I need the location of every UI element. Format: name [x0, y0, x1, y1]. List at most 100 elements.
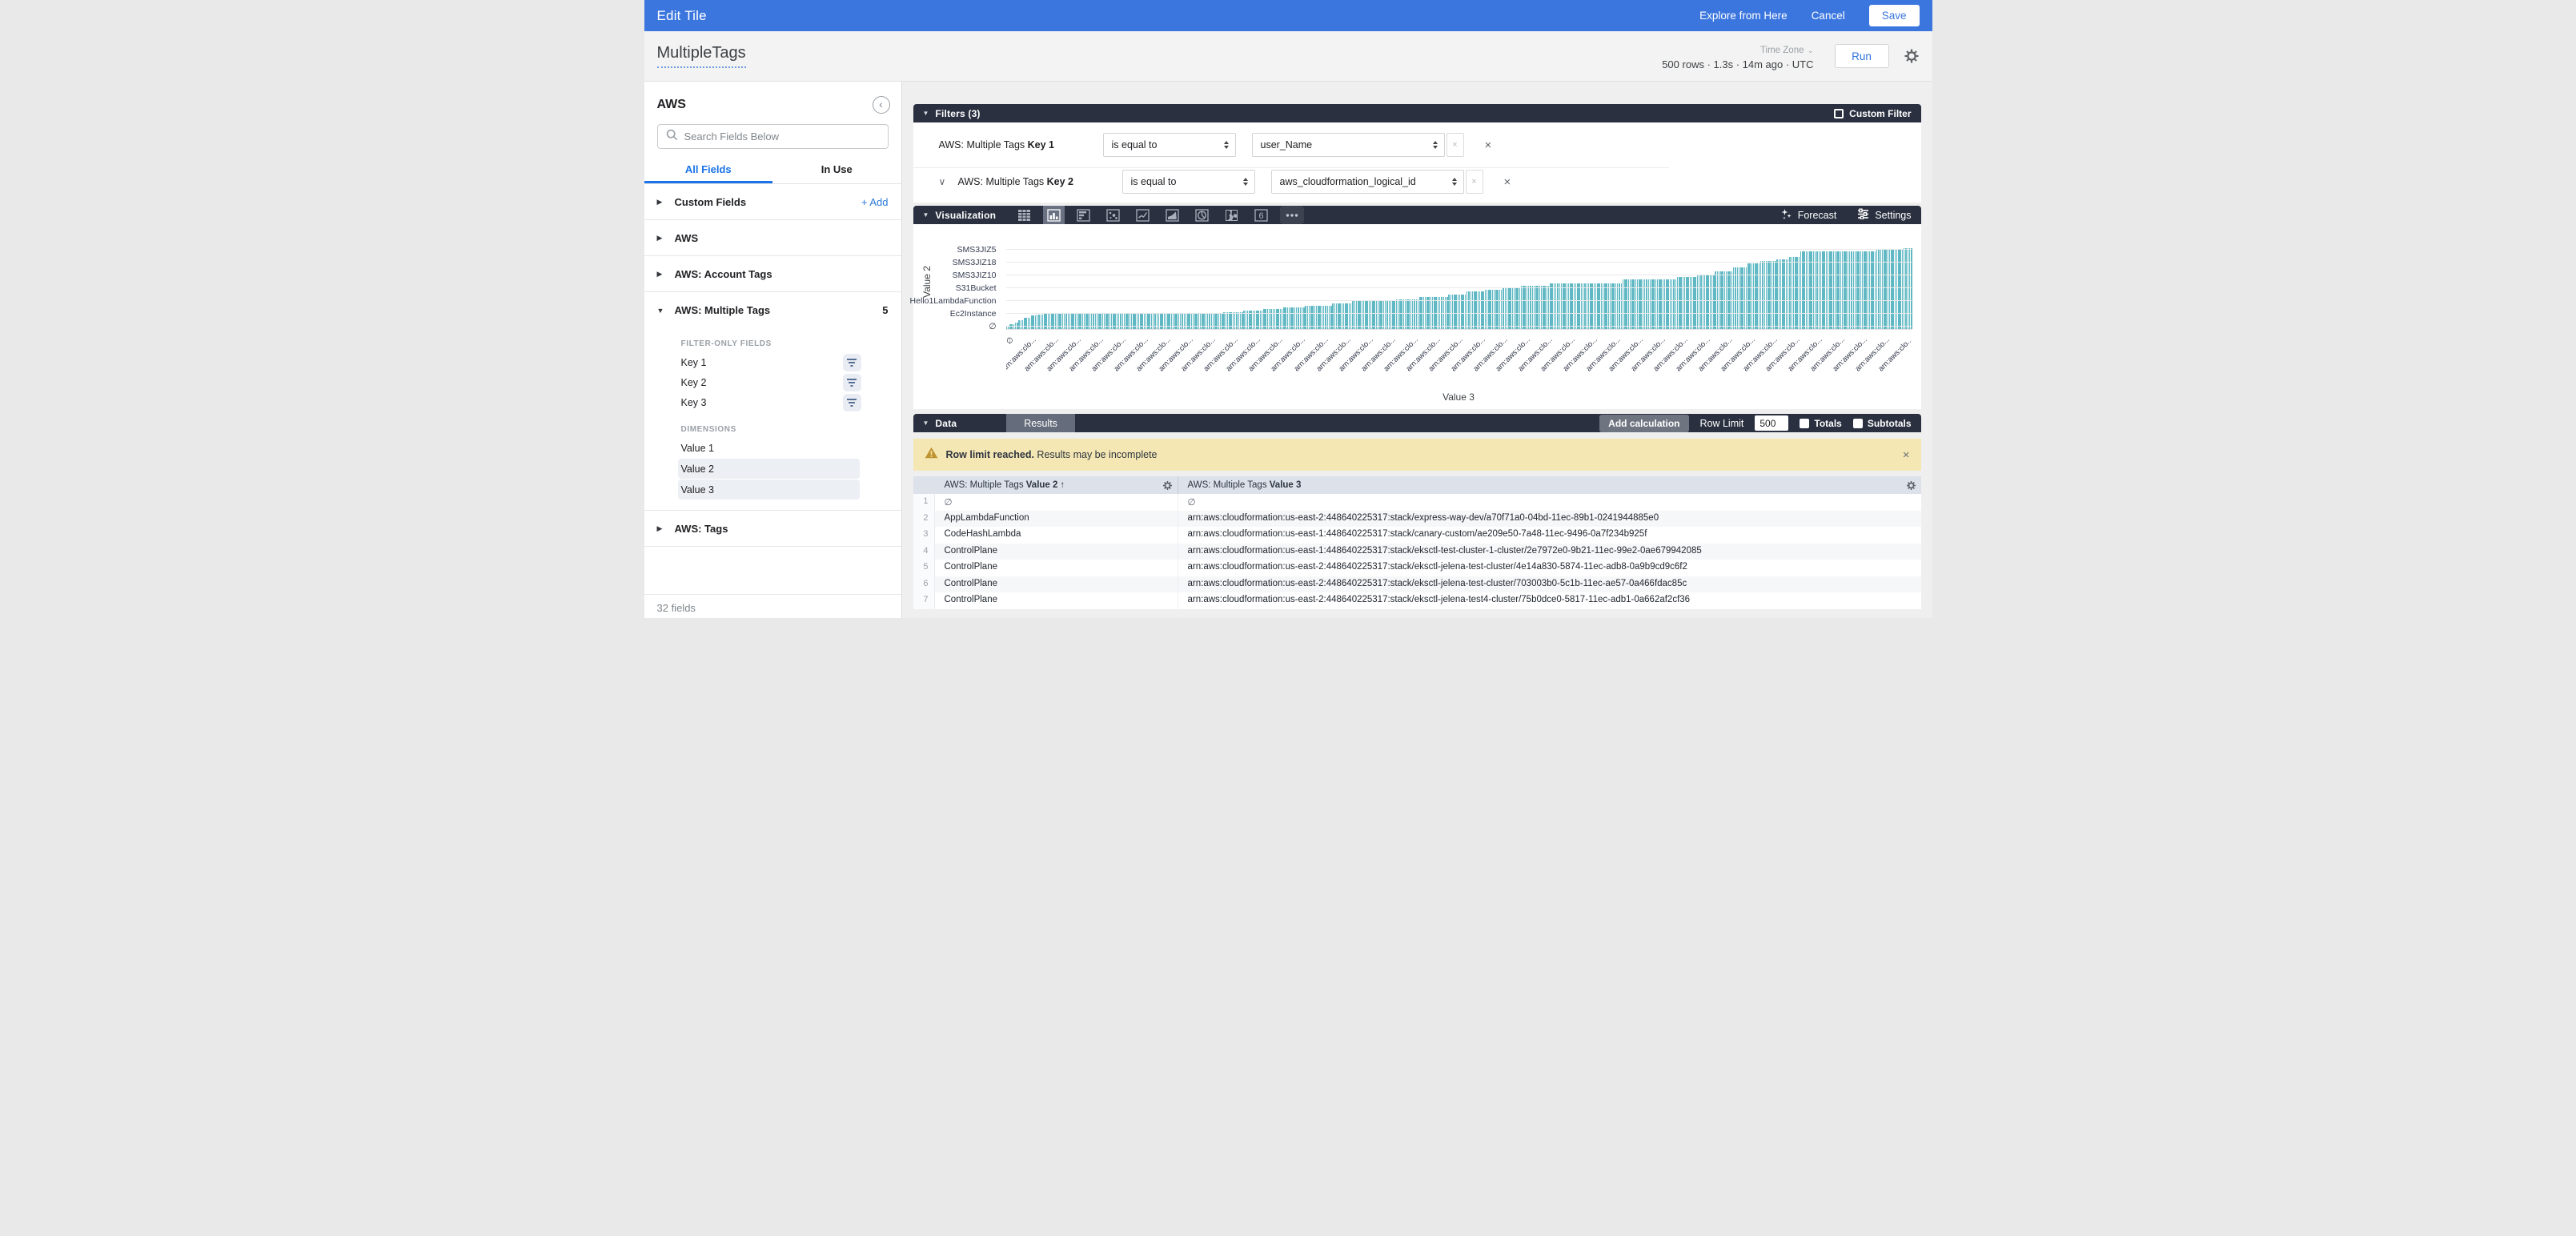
chart-bar[interactable]: [1383, 301, 1384, 329]
chart-bar[interactable]: [1776, 259, 1777, 329]
field-value-1[interactable]: Value 1: [678, 438, 860, 458]
chart-bar[interactable]: [1481, 291, 1482, 329]
totals-toggle[interactable]: Totals: [1800, 418, 1841, 429]
chart-bar[interactable]: [1098, 314, 1099, 329]
chart-bar[interactable]: [1909, 248, 1910, 329]
chart-bar[interactable]: [1176, 314, 1177, 329]
chart-bar[interactable]: [1813, 251, 1814, 329]
chart-bar[interactable]: [1080, 314, 1081, 329]
chart-bar[interactable]: [1853, 251, 1854, 329]
chart-bar[interactable]: [1751, 263, 1752, 329]
chart-bar[interactable]: [1062, 314, 1063, 329]
sidebar-item-aws-multiple-tags[interactable]: ▼ AWS: Multiple Tags 5: [644, 292, 901, 328]
chart-bar[interactable]: [1173, 314, 1174, 329]
chart-bar[interactable]: [1911, 248, 1912, 329]
gear-icon[interactable]: [1162, 480, 1173, 491]
chart-bar[interactable]: [1009, 324, 1010, 329]
scatter-chart-icon[interactable]: [1102, 206, 1124, 224]
chart-bar[interactable]: [1029, 318, 1030, 329]
sidebar-item-custom-fields[interactable]: ▶ Custom Fields + Add: [644, 184, 901, 220]
filters-header[interactable]: ▼ Filters (3) Custom Filter: [913, 104, 1921, 122]
chart-bar[interactable]: [1082, 314, 1083, 329]
chart-bar[interactable]: [1203, 314, 1204, 329]
chart-bar[interactable]: [1169, 314, 1170, 329]
chart-bar[interactable]: [1490, 290, 1491, 329]
chart-bar[interactable]: [1820, 251, 1821, 329]
chart-bar[interactable]: [1209, 314, 1210, 329]
chart-bar[interactable]: [1207, 314, 1208, 329]
remove-filter-button[interactable]: ×: [1504, 175, 1511, 189]
chart-bar[interactable]: [1356, 301, 1357, 329]
chart-bar[interactable]: [1111, 314, 1112, 329]
chart-bar[interactable]: [1013, 324, 1014, 329]
chart-bar[interactable]: [1779, 259, 1780, 329]
chart-bar[interactable]: [1517, 287, 1518, 329]
chart-bar[interactable]: [1087, 314, 1088, 329]
column-header-value-3[interactable]: AWS: Multiple Tags Value 3: [1178, 476, 1921, 494]
chart-bar[interactable]: [1191, 314, 1192, 329]
chart-bar[interactable]: [1381, 301, 1382, 329]
cell-value-2[interactable]: ControlPlane: [935, 560, 1178, 576]
chart-bar[interactable]: [1118, 314, 1119, 329]
chart-bar[interactable]: [1084, 314, 1085, 329]
chart-bar[interactable]: [1069, 314, 1070, 329]
chart-bar[interactable]: [1022, 320, 1023, 329]
cell-value-2[interactable]: ControlPlane: [935, 592, 1178, 609]
chart-bar[interactable]: [1815, 251, 1816, 329]
chart-bar[interactable]: [1697, 275, 1698, 329]
chart-bar[interactable]: [1826, 251, 1827, 329]
chart-bar[interactable]: [1475, 291, 1476, 329]
chart-bar[interactable]: [1875, 251, 1876, 329]
field-key-2[interactable]: Key 2: [644, 372, 901, 392]
chart-bar[interactable]: [1479, 291, 1480, 329]
collapse-sidebar-button[interactable]: ‹: [873, 96, 890, 114]
chart-bar[interactable]: [1089, 314, 1090, 329]
chart-bar[interactable]: [1842, 251, 1843, 329]
chart-bar[interactable]: [1410, 299, 1411, 329]
chart-bar[interactable]: [1359, 301, 1360, 329]
chart-bar[interactable]: [1218, 314, 1219, 329]
chart-bar[interactable]: [1617, 283, 1618, 329]
chart-bar[interactable]: [1078, 314, 1079, 329]
chart-bar[interactable]: [1581, 283, 1582, 329]
chart-bar[interactable]: [1836, 251, 1837, 329]
chart-bar[interactable]: [1133, 314, 1134, 329]
chart-bar[interactable]: [1811, 251, 1812, 329]
chart-bar[interactable]: [1412, 299, 1413, 329]
chart-bar[interactable]: [1134, 314, 1135, 329]
chart-bar[interactable]: [1403, 299, 1404, 329]
chart-bar[interactable]: [1107, 314, 1108, 329]
chart-bar[interactable]: [1369, 301, 1370, 329]
tab-in-use[interactable]: In Use: [772, 159, 901, 183]
chart-bar[interactable]: [1024, 318, 1025, 329]
chart-bar[interactable]: [1051, 314, 1052, 329]
chart-bar[interactable]: [1541, 286, 1542, 329]
chart-bar[interactable]: [1200, 314, 1201, 329]
chart-bar[interactable]: [1494, 290, 1495, 329]
chart-bar[interactable]: [1539, 286, 1540, 329]
chart-bar[interactable]: [1686, 277, 1687, 329]
chart-bar[interactable]: [1760, 261, 1761, 329]
chart-bar[interactable]: [1363, 301, 1364, 329]
chart-bar[interactable]: [1749, 263, 1750, 329]
subtotals-checkbox[interactable]: [1853, 419, 1863, 428]
chart-bar[interactable]: [1766, 261, 1767, 329]
chart-bar[interactable]: [1158, 314, 1159, 329]
chart-bar[interactable]: [1862, 251, 1863, 329]
chart-bar[interactable]: [1806, 251, 1807, 329]
chart-bar[interactable]: [1028, 318, 1029, 329]
chart-bar[interactable]: [1559, 283, 1560, 329]
chart-bar[interactable]: [1795, 257, 1796, 329]
sidebar-item-aws-account-tags[interactable]: ▶ AWS: Account Tags: [644, 256, 901, 292]
cell-value-3[interactable]: arn:aws:cloudformation:us-east-2:4486402…: [1178, 592, 1921, 609]
chart-bar[interactable]: [1045, 314, 1046, 329]
chart-bar[interactable]: [1408, 299, 1409, 329]
chart-bar[interactable]: [1416, 299, 1417, 329]
cell-value-3[interactable]: arn:aws:cloudformation:us-east-1:4486402…: [1178, 527, 1921, 544]
chart-bar[interactable]: [1075, 314, 1076, 329]
chart-bar[interactable]: [1822, 251, 1823, 329]
chart-bar[interactable]: [1171, 314, 1172, 329]
chart-bar[interactable]: [1786, 259, 1787, 329]
chart-bar[interactable]: [1492, 290, 1493, 329]
chart-bar[interactable]: [1044, 314, 1045, 329]
